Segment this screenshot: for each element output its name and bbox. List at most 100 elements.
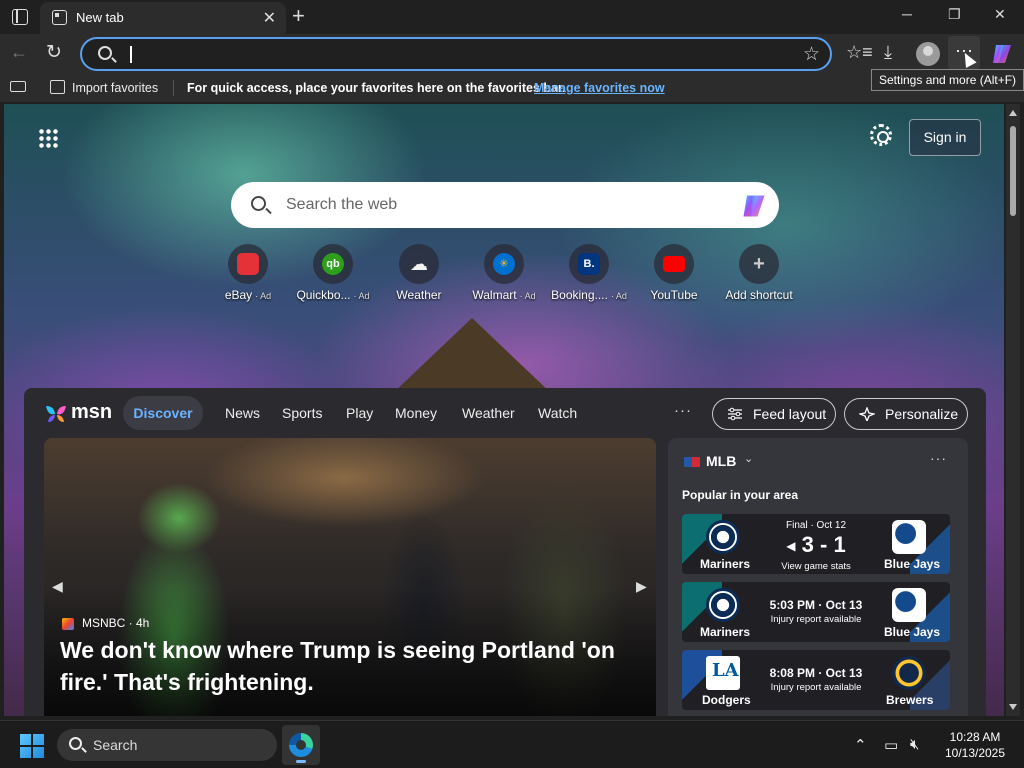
mlb-title[interactable]: MLB bbox=[706, 453, 736, 469]
shortcut-walmart[interactable]: ✳ Walmart · Ad bbox=[462, 244, 546, 302]
apps-launcher-icon[interactable] bbox=[38, 128, 58, 148]
tab-watch[interactable]: Watch bbox=[538, 405, 577, 421]
tab-actions-icon[interactable] bbox=[12, 9, 28, 25]
new-tab-favicon-icon bbox=[52, 10, 67, 25]
page-scrollbar[interactable] bbox=[1006, 104, 1020, 716]
edge-icon bbox=[289, 733, 313, 757]
system-clock[interactable]: 10:28 AM 10/13/2025 bbox=[938, 729, 1012, 761]
feed-layout-button[interactable]: Feed layout bbox=[712, 398, 836, 430]
profile-avatar[interactable] bbox=[916, 42, 940, 66]
tab-weather[interactable]: Weather bbox=[462, 405, 515, 421]
new-tab-button[interactable]: + bbox=[292, 4, 305, 28]
shortcut-plus[interactable]: + Add shortcut bbox=[717, 244, 801, 302]
away-team: Blue Jays bbox=[884, 557, 941, 571]
manage-favorites-link[interactable]: Manage favorites now bbox=[534, 81, 665, 95]
display-icon[interactable]: ▭ bbox=[884, 736, 898, 754]
shortcut-weather[interactable]: ☁ Weather bbox=[377, 244, 461, 302]
carousel-prev-icon[interactable]: ◀ bbox=[52, 578, 63, 595]
msn-butterfly-icon bbox=[46, 406, 66, 422]
new-tab-page: Sign in Search the web eBay · Ad qb Quickbo… bbox=[4, 104, 1004, 716]
volume-muted-icon[interactable]: 🔇︎ bbox=[910, 736, 919, 753]
shortcut-label: Weather bbox=[377, 288, 461, 302]
tab-sports[interactable]: Sports bbox=[282, 405, 322, 421]
tab-discover[interactable]: Discover bbox=[123, 396, 203, 430]
address-bar[interactable]: ☆ bbox=[80, 37, 832, 71]
search-placeholder: Search the web bbox=[286, 196, 398, 213]
sparkle-star-icon bbox=[859, 407, 875, 421]
mariners-logo-icon bbox=[706, 588, 740, 622]
game-row[interactable]: Mariners 5:03 PM · Oct 13 Injury report … bbox=[682, 582, 950, 642]
shortcut-tile: B. bbox=[569, 244, 609, 284]
copilot-icon[interactable] bbox=[739, 192, 769, 220]
plus-icon: + bbox=[753, 253, 765, 275]
game-stats-link[interactable]: View game stats bbox=[752, 561, 880, 572]
back-button[interactable]: ← bbox=[10, 42, 28, 63]
minimize-button[interactable]: ─ bbox=[902, 6, 912, 22]
browser-toolbar: ← ↻ ☆ ☆≡ ⤓ ··· bbox=[0, 34, 1024, 74]
personalize-button[interactable]: Personalize bbox=[844, 398, 968, 430]
search-icon bbox=[251, 196, 266, 211]
downloads-icon[interactable]: ⤓ bbox=[884, 42, 892, 63]
card-more-button[interactable]: ··· bbox=[930, 450, 947, 466]
winner-arrow-icon: ◀ bbox=[786, 539, 796, 554]
mariners-logo-icon bbox=[706, 520, 740, 554]
shortcut-label: YouTube bbox=[632, 288, 716, 302]
ad-badge: · Ad bbox=[255, 291, 272, 301]
sign-in-button[interactable]: Sign in bbox=[909, 119, 981, 156]
shortcut-label: eBay · Ad bbox=[206, 288, 290, 302]
feed-layout-label: Feed layout bbox=[753, 406, 827, 422]
chevron-down-icon[interactable]: ⌄ bbox=[744, 452, 753, 465]
msn-wordmark: msn bbox=[71, 401, 113, 423]
scroll-up-arrow-icon[interactable] bbox=[1009, 110, 1017, 116]
ebay-icon bbox=[237, 253, 259, 275]
favorites-bar-message: For quick access, place your favorites h… bbox=[187, 81, 566, 95]
shortcut-name: YouTube bbox=[650, 288, 698, 302]
shortcut-booking[interactable]: B. Booking.... · Ad bbox=[547, 244, 631, 302]
taskbar-search-box[interactable]: Search bbox=[57, 729, 277, 761]
import-icon bbox=[50, 80, 65, 94]
web-search-box[interactable]: Search the web bbox=[231, 182, 779, 228]
hero-news-card[interactable]: ◀ ▶ MSNBC · 4h We don't know where Trump… bbox=[44, 438, 656, 716]
tab-money[interactable]: Money bbox=[395, 405, 437, 421]
page-settings-gear-icon[interactable] bbox=[870, 124, 892, 146]
ad-badge: · Ad bbox=[610, 291, 627, 301]
add-favorite-star-icon[interactable]: ☆ bbox=[803, 43, 820, 66]
clock-date: 10/13/2025 bbox=[944, 746, 1006, 760]
active-app-indicator bbox=[296, 760, 306, 763]
shortcut-youtube[interactable]: YouTube bbox=[632, 244, 716, 302]
close-window-button[interactable]: ✕ bbox=[994, 6, 1006, 23]
card-subtitle: Popular in your area bbox=[682, 488, 799, 502]
shortcut-quickbooks[interactable]: qb Quickbo... · Ad bbox=[291, 244, 375, 302]
article-headline[interactable]: We don't know where Trump is seeing Port… bbox=[60, 634, 640, 698]
divider bbox=[173, 80, 174, 96]
start-button-windows-icon[interactable] bbox=[20, 734, 44, 758]
maximize-button[interactable]: ❐ bbox=[948, 6, 961, 23]
home-team: Mariners bbox=[700, 557, 751, 571]
close-tab-icon[interactable]: ✕ bbox=[263, 8, 276, 28]
favorites-icon[interactable]: ☆≡ bbox=[846, 42, 873, 63]
copilot-icon[interactable] bbox=[990, 42, 1014, 66]
clock-time: 10:28 AM bbox=[949, 730, 1001, 744]
chevron-up-icon[interactable]: ⌃ bbox=[854, 736, 867, 754]
article-source: MSNBC · 4h bbox=[82, 616, 150, 630]
booking-icon: B. bbox=[578, 253, 600, 275]
scroll-thumb[interactable] bbox=[1010, 126, 1016, 216]
carousel-next-icon[interactable]: ▶ bbox=[636, 578, 647, 595]
refresh-button[interactable]: ↻ bbox=[46, 41, 62, 64]
game-row[interactable]: Dodgers 8:08 PM · Oct 13 Injury report a… bbox=[682, 650, 950, 710]
import-favorites-button[interactable]: Import favorites bbox=[72, 81, 158, 95]
tab-play[interactable]: Play bbox=[346, 405, 373, 421]
tab-new-tab[interactable]: New tab ✕ bbox=[40, 2, 286, 34]
game-row[interactable]: Mariners Final · Oct 12 ◀ 3 - 1 View gam… bbox=[682, 514, 950, 574]
favorites-bar-toggle-icon[interactable] bbox=[10, 81, 26, 92]
settings-tooltip: Settings and more (Alt+F) bbox=[871, 69, 1024, 91]
mlb-scores-card: MLB ⌄ ··· Popular in your area Mariners … bbox=[668, 438, 968, 716]
msn-logo[interactable]: msn bbox=[44, 400, 113, 426]
more-tabs-button[interactable]: ··· bbox=[674, 402, 692, 419]
shortcut-ebay[interactable]: eBay · Ad bbox=[206, 244, 290, 302]
edge-taskbar-button[interactable] bbox=[282, 725, 320, 765]
scroll-down-arrow-icon[interactable] bbox=[1009, 704, 1017, 710]
shortcut-tile: qb bbox=[313, 244, 353, 284]
game-time: 8:08 PM · Oct 13 bbox=[769, 666, 863, 680]
tab-news[interactable]: News bbox=[225, 405, 260, 421]
